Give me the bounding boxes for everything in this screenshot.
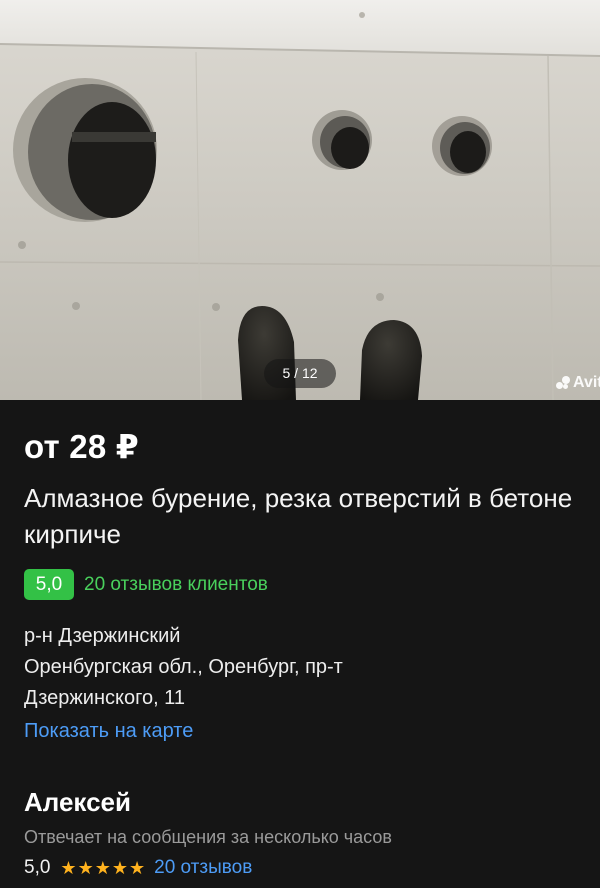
seller-block: Алексей Отвечает на сообщения за несколь…: [24, 787, 576, 879]
seller-stars: ★ ★ ★ ★ ★: [60, 859, 145, 877]
address-line: Дзержинского, 11: [24, 687, 185, 709]
rating-badge: 5,0: [24, 569, 74, 600]
seller-name[interactable]: Алексей: [24, 787, 576, 818]
seller-response-time: Отвечает на сообщения за несколько часов: [24, 827, 392, 847]
listing-title: Алмазное бурение, резка отверстий в бето…: [24, 483, 573, 549]
listing-info: от 28 ₽ Алмазное бурение, резка отверсти…: [0, 427, 600, 879]
star-icon: ★: [128, 858, 146, 878]
star-icon: ★: [111, 858, 128, 878]
price: от 28 ₽: [24, 428, 139, 465]
show-on-map-link[interactable]: Показать на карте: [24, 716, 576, 747]
address-district: р-н Дзержинский: [24, 625, 181, 647]
star-icon: ★: [77, 858, 94, 878]
address-line: Оренбургская обл., Оренбург, пр-т: [24, 656, 343, 678]
star-icon: ★: [94, 858, 111, 878]
star-icon: ★: [60, 858, 77, 878]
rating-row: 5,0 20 отзывов клиентов: [24, 569, 576, 600]
seller-reviews-link[interactable]: 20 отзывов: [154, 857, 252, 879]
avito-watermark: Avit: [556, 374, 600, 392]
seller-rating-score: 5,0: [24, 857, 51, 878]
address: р-н Дзержинский Оренбургская обл., Оренб…: [24, 621, 576, 747]
photo-gallery[interactable]: 5 / 12 Avit: [0, 0, 600, 400]
seller-rating-row: 5,0 ★ ★ ★ ★ ★ 20 отзывов: [24, 857, 576, 879]
reviews-link[interactable]: 20 отзывов клиентов: [84, 574, 268, 596]
avito-logo-icon: [556, 376, 570, 390]
listing-photo: [0, 0, 600, 400]
photo-counter: 5 / 12: [264, 359, 336, 388]
watermark-text: Avit: [573, 374, 600, 391]
